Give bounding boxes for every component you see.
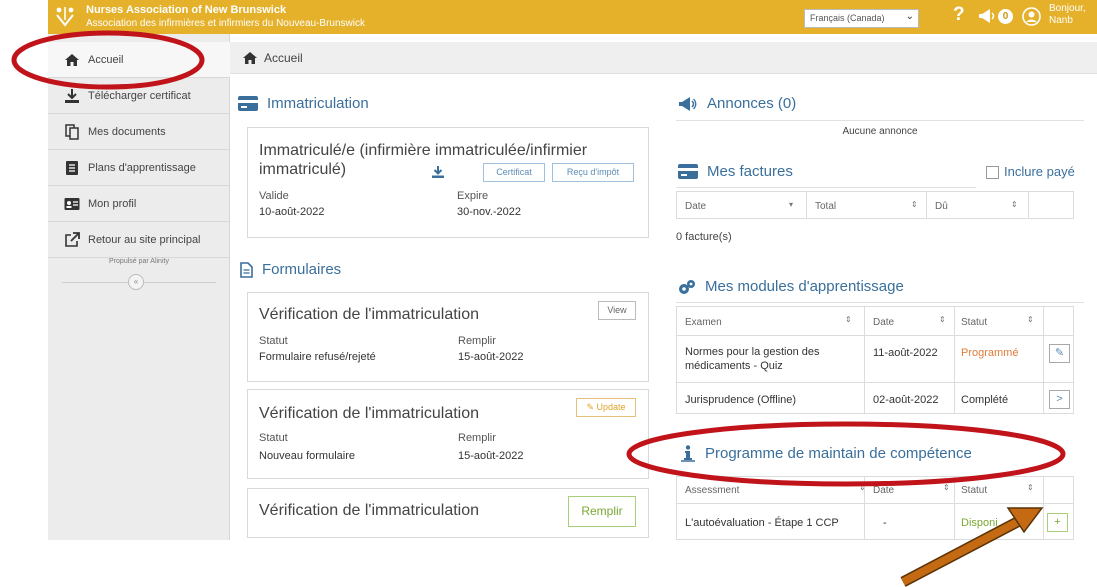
highlight-ellipse-home: [11, 30, 205, 90]
highlight-ellipse-competence: [626, 421, 1066, 487]
annotation-arrow: [900, 507, 1044, 587]
annotation-overlay: [11, 30, 1066, 587]
